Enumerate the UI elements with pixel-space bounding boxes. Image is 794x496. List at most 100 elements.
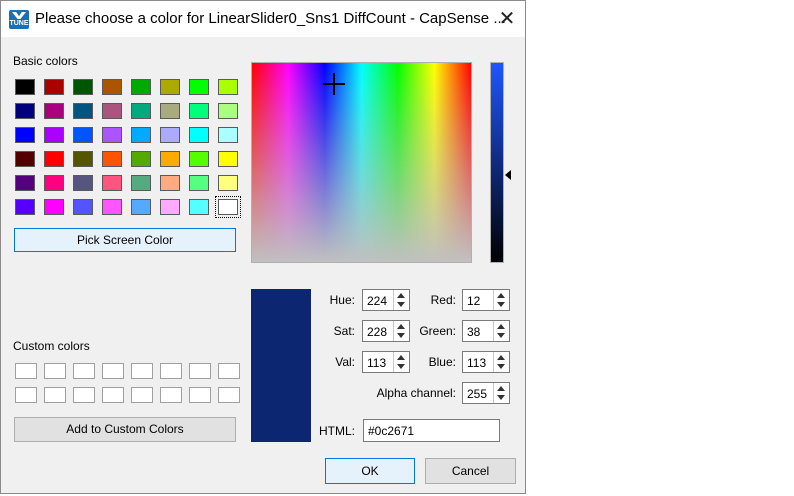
basic-color-swatch[interactable] (189, 79, 209, 95)
basic-color-swatch[interactable] (160, 175, 180, 191)
custom-color-swatch[interactable] (102, 387, 124, 403)
basic-color-swatch[interactable] (44, 79, 64, 95)
custom-color-swatch[interactable] (131, 387, 153, 403)
basic-color-swatch[interactable] (160, 199, 180, 215)
basic-color-swatch[interactable] (160, 79, 180, 95)
custom-color-swatch[interactable] (218, 363, 240, 379)
close-icon[interactable]: ✕ (493, 7, 521, 31)
sat-label: Sat: (333, 324, 355, 338)
basic-color-swatch[interactable] (73, 103, 93, 119)
val-label: Val: (335, 355, 355, 369)
basic-color-swatch[interactable] (131, 175, 151, 191)
custom-color-swatch[interactable] (160, 363, 182, 379)
basic-color-swatch[interactable] (15, 199, 35, 215)
spin-down-icon[interactable] (397, 333, 405, 338)
custom-color-swatch[interactable] (73, 363, 95, 379)
basic-color-swatch[interactable] (189, 199, 209, 215)
spin-up-icon[interactable] (397, 324, 405, 329)
spin-up-icon[interactable] (497, 293, 505, 298)
basic-color-swatch[interactable] (131, 127, 151, 143)
basic-color-swatch[interactable] (15, 103, 35, 119)
basic-color-swatch[interactable] (102, 103, 122, 119)
alpha-spinbox[interactable]: 255 (462, 382, 510, 404)
custom-color-swatch[interactable] (15, 363, 37, 379)
html-color-input[interactable]: #0c2671 (363, 419, 500, 442)
spin-down-icon[interactable] (497, 364, 505, 369)
spin-down-icon[interactable] (397, 302, 405, 307)
green-label: Green: (419, 324, 456, 338)
basic-color-swatch[interactable] (102, 127, 122, 143)
hue-saturation-picker[interactable] (251, 62, 472, 263)
basic-color-swatch[interactable] (218, 175, 238, 191)
basic-color-swatch[interactable] (131, 199, 151, 215)
basic-color-swatch[interactable] (218, 151, 238, 167)
spin-down-icon[interactable] (497, 333, 505, 338)
basic-color-swatch[interactable] (131, 103, 151, 119)
custom-color-swatch[interactable] (102, 363, 124, 379)
custom-color-swatch[interactable] (131, 363, 153, 379)
sat-spinbox[interactable]: 228 (362, 320, 410, 342)
basic-color-swatch[interactable] (15, 175, 35, 191)
hue-label: Hue: (329, 293, 355, 307)
basic-color-swatch[interactable] (189, 127, 209, 143)
blue-label: Blue: (428, 355, 456, 369)
basic-color-swatch[interactable] (189, 175, 209, 191)
basic-color-swatch[interactable] (102, 199, 122, 215)
html-label: HTML: (319, 424, 355, 438)
spin-down-icon[interactable] (397, 364, 405, 369)
basic-color-swatch[interactable] (73, 127, 93, 143)
value-slider-arrow-icon[interactable] (505, 169, 511, 180)
custom-color-swatch[interactable] (44, 363, 66, 379)
basic-color-swatch[interactable] (160, 103, 180, 119)
spin-down-icon[interactable] (497, 395, 505, 400)
blue-spinbox[interactable]: 113 (462, 351, 510, 373)
basic-color-swatch[interactable] (102, 151, 122, 167)
custom-color-swatch[interactable] (44, 387, 66, 403)
basic-color-swatch[interactable] (44, 127, 64, 143)
basic-color-swatch[interactable] (73, 79, 93, 95)
basic-color-swatch[interactable] (189, 103, 209, 119)
basic-color-swatch[interactable] (131, 79, 151, 95)
basic-color-swatch[interactable] (215, 196, 241, 218)
basic-color-swatch[interactable] (44, 175, 64, 191)
hue-spinbox[interactable]: 224 (362, 289, 410, 311)
basic-color-swatch[interactable] (189, 151, 209, 167)
basic-color-swatch[interactable] (44, 103, 64, 119)
basic-color-swatch[interactable] (131, 151, 151, 167)
spin-up-icon[interactable] (497, 324, 505, 329)
basic-color-swatch[interactable] (15, 79, 35, 95)
basic-color-swatch[interactable] (73, 199, 93, 215)
basic-color-swatch[interactable] (44, 151, 64, 167)
spin-up-icon[interactable] (397, 293, 405, 298)
basic-color-swatch[interactable] (218, 127, 238, 143)
green-spinbox[interactable]: 38 (462, 320, 510, 342)
basic-color-swatch[interactable] (218, 103, 238, 119)
spin-up-icon[interactable] (497, 386, 505, 391)
custom-color-swatch[interactable] (189, 387, 211, 403)
custom-color-swatch[interactable] (15, 387, 37, 403)
basic-color-swatch[interactable] (44, 199, 64, 215)
pick-screen-color-button[interactable]: Pick Screen Color (14, 228, 236, 252)
spin-up-icon[interactable] (397, 355, 405, 360)
basic-color-swatch[interactable] (102, 175, 122, 191)
basic-color-swatch[interactable] (73, 151, 93, 167)
custom-color-swatch[interactable] (218, 387, 240, 403)
red-spinbox[interactable]: 12 (462, 289, 510, 311)
val-spinbox[interactable]: 113 (362, 351, 410, 373)
custom-color-swatch[interactable] (189, 363, 211, 379)
basic-color-swatch[interactable] (102, 79, 122, 95)
spin-up-icon[interactable] (497, 355, 505, 360)
spin-down-icon[interactable] (497, 302, 505, 307)
custom-color-swatch[interactable] (160, 387, 182, 403)
basic-color-swatch[interactable] (15, 151, 35, 167)
basic-color-swatch[interactable] (160, 127, 180, 143)
value-slider[interactable] (490, 62, 504, 263)
cancel-button[interactable]: Cancel (425, 458, 516, 484)
basic-color-swatch[interactable] (160, 151, 180, 167)
basic-color-swatch[interactable] (73, 175, 93, 191)
add-to-custom-colors-button[interactable]: Add to Custom Colors (14, 417, 236, 442)
basic-color-swatch[interactable] (218, 79, 238, 95)
custom-color-swatch[interactable] (73, 387, 95, 403)
ok-button[interactable]: OK (325, 458, 415, 484)
basic-color-swatch[interactable] (15, 127, 35, 143)
